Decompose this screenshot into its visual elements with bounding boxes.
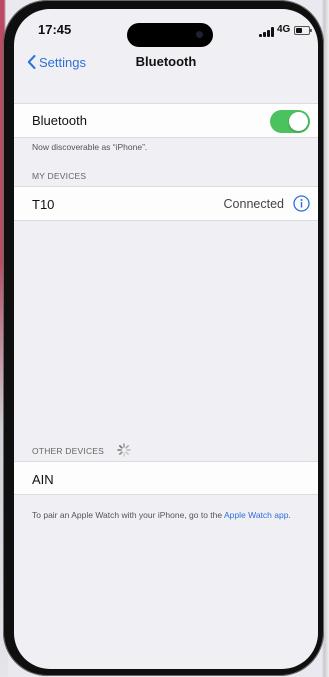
dynamic-island: [127, 23, 213, 47]
chevron-left-icon: [27, 55, 36, 69]
loading-spinner-icon: [117, 443, 131, 457]
signal-bars-icon: [259, 27, 275, 37]
navigation-bar: Bluetooth Settings: [14, 49, 318, 79]
phone-frame: 17:45 4G Bluetooth Settings Bluetooth No…: [3, 0, 324, 676]
status-bar: 17:45 4G: [14, 9, 318, 51]
footer-period: .: [288, 510, 291, 520]
bluetooth-label: Bluetooth: [32, 113, 87, 128]
phone-screen: 17:45 4G Bluetooth Settings Bluetooth No…: [14, 9, 318, 669]
back-button-label: Settings: [39, 54, 86, 70]
toggle-knob: [289, 112, 308, 131]
device-row-ain[interactable]: AIN: [14, 461, 318, 495]
my-devices-header: MY DEVICES: [32, 171, 87, 181]
status-time: 17:45: [38, 22, 72, 37]
bluetooth-toggle[interactable]: [270, 110, 310, 133]
backdrop: 17:45 4G Bluetooth Settings Bluetooth No…: [0, 0, 329, 677]
info-icon[interactable]: [293, 195, 310, 212]
bluetooth-row: Bluetooth: [14, 103, 318, 138]
device-status: Connected: [223, 197, 284, 211]
discoverable-caption: Now discoverable as “iPhone”.: [32, 142, 148, 152]
apple-watch-note: To pair an Apple Watch with your iPhone,…: [32, 509, 302, 521]
battery-icon: [294, 26, 312, 35]
camera-icon: [196, 31, 203, 38]
device-name: AIN: [32, 472, 54, 487]
device-row-t10[interactable]: T10 Connected: [14, 186, 318, 221]
network-type: 4G: [277, 24, 291, 35]
back-button[interactable]: Settings: [27, 51, 86, 73]
apple-watch-app-link[interactable]: Apple Watch app: [224, 510, 288, 520]
other-devices-header: OTHER DEVICES: [32, 446, 105, 456]
device-name: T10: [32, 197, 55, 212]
footer-text: To pair an Apple Watch with your iPhone,…: [32, 510, 223, 520]
